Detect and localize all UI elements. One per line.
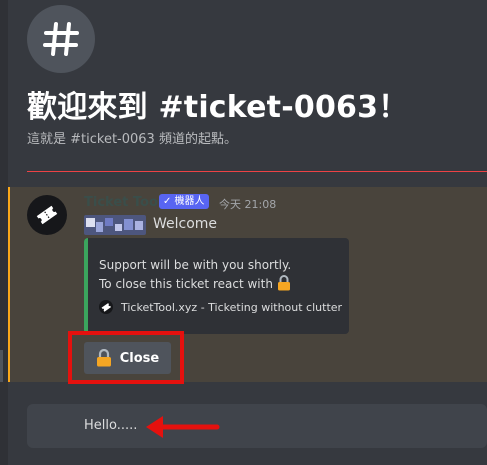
hash-icon xyxy=(43,22,79,56)
left-edge-strip xyxy=(0,0,8,465)
user-mention[interactable] xyxy=(84,215,146,235)
bot-avatar[interactable] xyxy=(27,195,67,235)
embed-description-line1: Support will be with you shortly. xyxy=(99,258,292,272)
embed-footer: TicketTool.xyz - Ticketing without clutt… xyxy=(99,300,342,314)
lock-icon xyxy=(277,275,290,291)
message-content: Welcome xyxy=(153,216,218,232)
channel-welcome-title: 歡迎來到 #ticket-0063！ xyxy=(27,90,409,125)
new-messages-divider xyxy=(27,171,487,172)
channel-welcome-subtitle: 這就是 #ticket-0063 頻道的起點。 xyxy=(27,132,237,147)
arrow-left-icon xyxy=(146,416,220,438)
channel-hash-icon xyxy=(27,5,95,73)
ticket-icon xyxy=(99,300,113,314)
ticket-icon xyxy=(36,205,58,225)
composer-text: Hello..... xyxy=(84,418,138,433)
message-embed: Support will be with you shortly. To clo… xyxy=(84,238,349,334)
scroll-mark xyxy=(0,350,3,382)
message-timestamp: 今天 21:08 xyxy=(219,198,277,211)
highlight-annotation xyxy=(68,331,184,384)
embed-footer-text: TicketTool.xyz - Ticketing without clutt… xyxy=(121,300,343,314)
embed-description-line2: To close this ticket react with xyxy=(99,275,291,291)
bot-badge: ✓ 機器人 xyxy=(159,194,209,209)
message-username[interactable]: Ticket Tool xyxy=(84,195,162,210)
